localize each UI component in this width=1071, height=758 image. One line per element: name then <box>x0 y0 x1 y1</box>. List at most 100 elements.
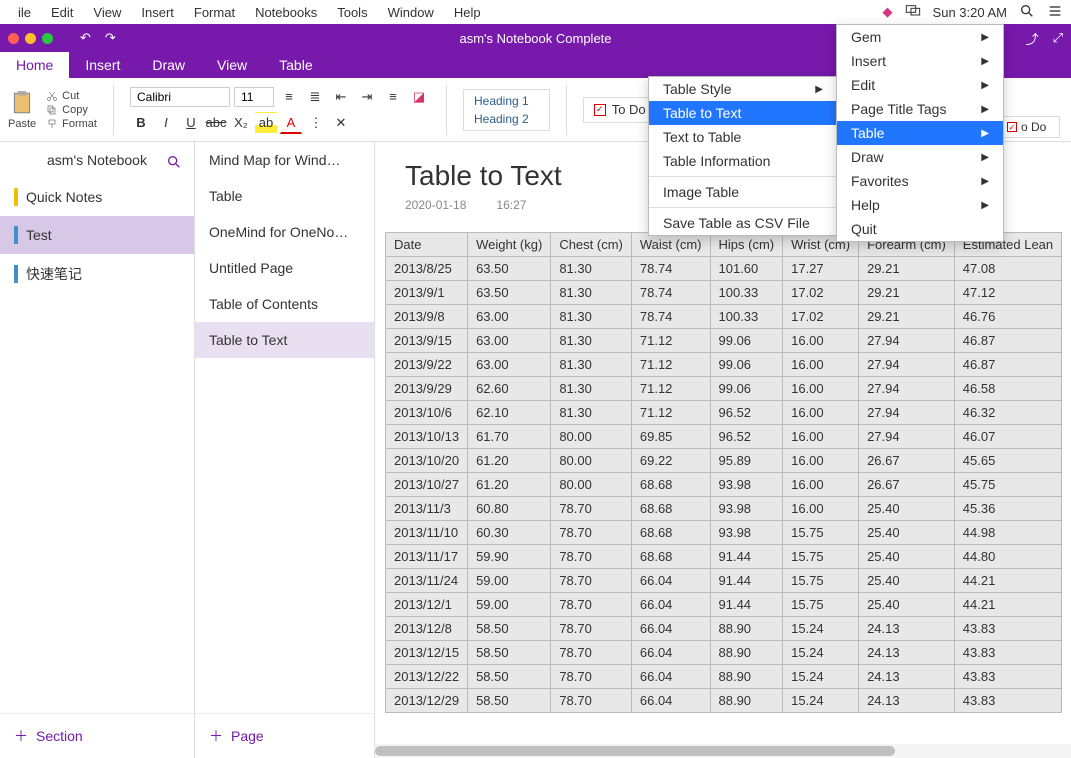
table-cell[interactable]: 44.21 <box>954 593 1061 617</box>
menu-item[interactable]: Table to Text <box>649 101 837 125</box>
table-row[interactable]: 2013/10/2761.2080.0068.6893.9816.0026.67… <box>386 473 1062 497</box>
tab-draw[interactable]: Draw <box>136 52 201 78</box>
table-cell[interactable]: 78.70 <box>551 569 632 593</box>
table-row[interactable]: 2013/9/1563.0081.3071.1299.0616.0027.944… <box>386 329 1062 353</box>
table-cell[interactable]: 45.75 <box>954 473 1061 497</box>
table-cell[interactable]: 2013/12/8 <box>386 617 468 641</box>
table-cell[interactable]: 47.08 <box>954 257 1061 281</box>
tab-view[interactable]: View <box>201 52 263 78</box>
table-cell[interactable]: 43.83 <box>954 689 1061 713</box>
menu-view[interactable]: View <box>83 5 131 20</box>
table-cell[interactable]: 2013/10/20 <box>386 449 468 473</box>
table-row[interactable]: 2013/9/863.0081.3078.74100.3317.0229.214… <box>386 305 1062 329</box>
page-item[interactable]: Mind Map for Wind… <box>195 142 374 178</box>
menu-item[interactable]: Favorites▶ <box>837 169 1003 193</box>
table-cell[interactable]: 78.74 <box>631 281 710 305</box>
table-cell[interactable]: 58.50 <box>468 665 551 689</box>
strike-button[interactable]: abc <box>205 112 227 134</box>
table-cell[interactable]: 27.94 <box>859 353 955 377</box>
tab-home[interactable]: Home <box>0 52 69 78</box>
table-header[interactable]: Chest (cm) <box>551 233 632 257</box>
table-cell[interactable]: 78.74 <box>631 305 710 329</box>
table-cell[interactable]: 88.90 <box>710 689 783 713</box>
table-cell[interactable]: 80.00 <box>551 473 632 497</box>
table-cell[interactable]: 16.00 <box>783 425 859 449</box>
table-cell[interactable]: 63.50 <box>468 257 551 281</box>
table-cell[interactable]: 81.30 <box>551 401 632 425</box>
table-cell[interactable]: 63.00 <box>468 353 551 377</box>
menu-help[interactable]: Help <box>444 5 491 20</box>
table-cell[interactable]: 43.83 <box>954 641 1061 665</box>
smiley-icon[interactable]: ☺ <box>1035 80 1053 101</box>
table-cell[interactable]: 93.98 <box>710 521 783 545</box>
table-cell[interactable]: 16.00 <box>783 353 859 377</box>
spotlight-icon[interactable] <box>1019 3 1035 22</box>
table-cell[interactable]: 95.89 <box>710 449 783 473</box>
table-cell[interactable]: 44.80 <box>954 545 1061 569</box>
table-row[interactable]: 2013/12/2258.5078.7066.0488.9015.2424.13… <box>386 665 1062 689</box>
menu-item[interactable]: Table Information <box>649 149 837 173</box>
page-item[interactable]: OneMind for OneNo… <box>195 214 374 250</box>
table-cell[interactable]: 2013/9/8 <box>386 305 468 329</box>
scrollbar-thumb[interactable] <box>375 746 895 756</box>
table-cell[interactable]: 63.00 <box>468 329 551 353</box>
close-icon[interactable] <box>8 33 19 44</box>
table-cell[interactable]: 29.21 <box>859 305 955 329</box>
outdent-icon[interactable]: ⇤ <box>330 86 352 108</box>
table-cell[interactable]: 27.94 <box>859 401 955 425</box>
table-row[interactable]: 2013/10/2061.2080.0069.2295.8916.0026.67… <box>386 449 1062 473</box>
table-cell[interactable]: 71.12 <box>631 329 710 353</box>
menu-item[interactable]: Draw▶ <box>837 145 1003 169</box>
table-cell[interactable]: 15.24 <box>783 641 859 665</box>
table-cell[interactable]: 78.70 <box>551 665 632 689</box>
table-header[interactable]: Waist (cm) <box>631 233 710 257</box>
table-cell[interactable]: 25.40 <box>859 497 955 521</box>
highlight-button[interactable]: ab <box>255 112 277 134</box>
more-format-icon[interactable]: ⋮ <box>305 112 327 134</box>
align-icon[interactable]: ≡ <box>382 86 404 108</box>
maximize-icon[interactable] <box>42 33 53 44</box>
table-cell[interactable]: 46.07 <box>954 425 1061 449</box>
table-cell[interactable]: 61.20 <box>468 449 551 473</box>
menu-file[interactable]: ile <box>8 5 41 20</box>
table-row[interactable]: 2013/11/1759.9078.7068.6891.4415.7525.40… <box>386 545 1062 569</box>
table-cell[interactable]: 46.76 <box>954 305 1061 329</box>
page-item[interactable]: Table to Text <box>195 322 374 358</box>
table-cell[interactable]: 15.75 <box>783 593 859 617</box>
table-cell[interactable]: 66.04 <box>631 665 710 689</box>
format-painter-button[interactable]: Format <box>46 118 97 130</box>
menu-item[interactable]: Help▶ <box>837 193 1003 217</box>
table-cell[interactable]: 15.75 <box>783 569 859 593</box>
table-cell[interactable]: 43.83 <box>954 665 1061 689</box>
page-item[interactable]: Table of Contents <box>195 286 374 322</box>
styles-gallery[interactable]: Heading 1 Heading 2 <box>463 89 550 131</box>
table-cell[interactable]: 15.24 <box>783 665 859 689</box>
table-cell[interactable]: 16.00 <box>783 401 859 425</box>
table-cell[interactable]: 44.98 <box>954 521 1061 545</box>
eraser-icon[interactable]: ◪ <box>408 86 430 108</box>
menu-item[interactable]: Table▶ <box>837 121 1003 145</box>
table-cell[interactable]: 99.06 <box>710 329 783 353</box>
table-cell[interactable]: 2013/8/25 <box>386 257 468 281</box>
menu-item[interactable]: Gem▶ <box>837 25 1003 49</box>
table-cell[interactable]: 78.70 <box>551 689 632 713</box>
table-cell[interactable]: 26.67 <box>859 449 955 473</box>
horizontal-scrollbar[interactable] <box>375 744 1071 758</box>
table-cell[interactable]: 68.68 <box>631 521 710 545</box>
table-cell[interactable]: 2013/10/6 <box>386 401 468 425</box>
table-cell[interactable]: 2013/9/22 <box>386 353 468 377</box>
table-cell[interactable]: 60.80 <box>468 497 551 521</box>
table-cell[interactable]: 80.00 <box>551 425 632 449</box>
menu-item[interactable]: Quit <box>837 217 1003 241</box>
table-row[interactable]: 2013/12/1558.5078.7066.0488.9015.2424.13… <box>386 641 1062 665</box>
table-cell[interactable]: 93.98 <box>710 497 783 521</box>
table-cell[interactable]: 2013/9/1 <box>386 281 468 305</box>
table-cell[interactable]: 15.75 <box>783 521 859 545</box>
share-icon[interactable]: ⤴ <box>1026 29 1039 48</box>
table-cell[interactable]: 2013/12/15 <box>386 641 468 665</box>
table-cell[interactable]: 60.30 <box>468 521 551 545</box>
table-cell[interactable]: 29.21 <box>859 257 955 281</box>
minimize-icon[interactable] <box>25 33 36 44</box>
table-row[interactable]: 2013/12/2958.5078.7066.0488.9015.2424.13… <box>386 689 1062 713</box>
table-cell[interactable]: 27.94 <box>859 329 955 353</box>
